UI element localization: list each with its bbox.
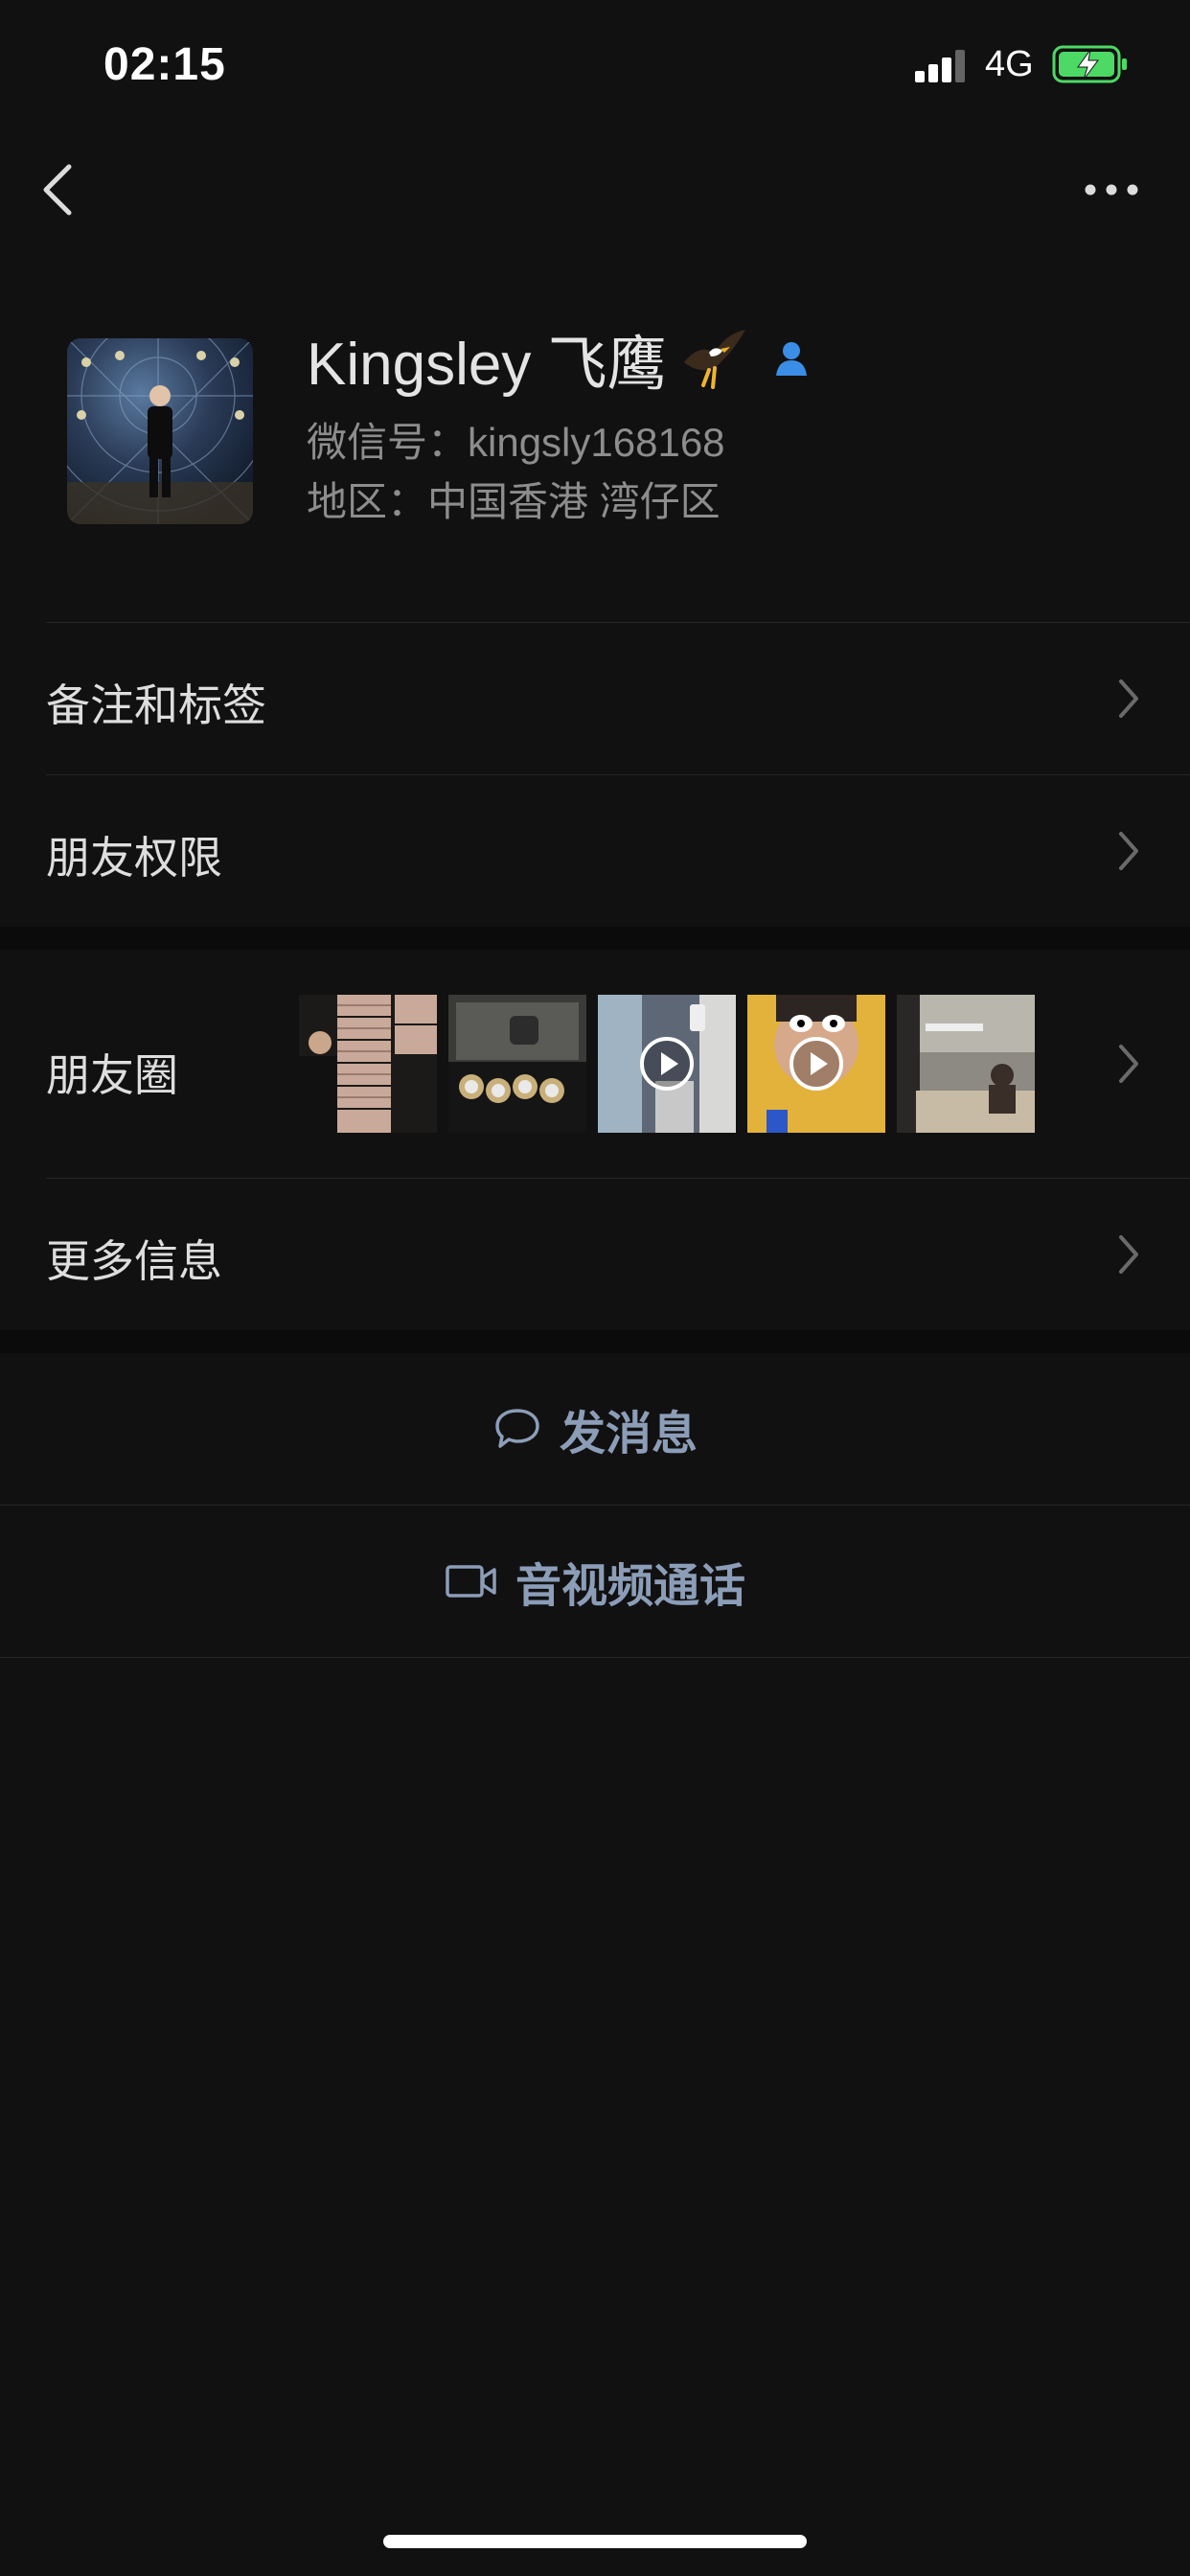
video-call-label: 音视频通话 bbox=[515, 1561, 745, 1612]
chat-bubble-icon bbox=[495, 1409, 539, 1448]
more-icon bbox=[1085, 184, 1138, 196]
battery-charging-icon bbox=[1052, 44, 1129, 84]
send-message-button[interactable]: 发消息 bbox=[0, 1353, 1190, 1505]
section-separator bbox=[0, 927, 1190, 950]
profile-name: Kingsley 飞鹰 bbox=[307, 332, 667, 398]
status-time: 02:15 bbox=[103, 39, 226, 90]
moments-video-thumbnail[interactable] bbox=[747, 995, 885, 1133]
row-label: 备注和标签 bbox=[46, 680, 266, 730]
region: 地区：中国香港 湾仔区 bbox=[307, 479, 721, 524]
network-type: 4G bbox=[985, 44, 1034, 84]
row-label: 更多信息 bbox=[46, 1236, 222, 1286]
eagle-emoji bbox=[680, 324, 749, 393]
play-icon bbox=[790, 1037, 843, 1091]
chevron-right-icon bbox=[1119, 679, 1138, 718]
video-camera-icon bbox=[446, 1565, 496, 1598]
chevron-left-icon bbox=[43, 164, 72, 216]
contact-person-icon bbox=[770, 337, 812, 380]
send-message-label: 发消息 bbox=[559, 1409, 698, 1460]
moments-thumbnail[interactable] bbox=[299, 995, 437, 1133]
moments-video-thumbnail[interactable] bbox=[598, 995, 736, 1133]
row-remarks-tags[interactable]: 备注和标签 bbox=[0, 623, 1190, 774]
profile-name-row: Kingsley 飞鹰 bbox=[307, 320, 812, 398]
row-friend-permissions[interactable]: 朋友权限 bbox=[0, 775, 1190, 927]
wechat-id: 微信号：kingsly168168 bbox=[307, 420, 725, 465]
play-icon bbox=[640, 1037, 694, 1091]
divider bbox=[0, 1657, 1190, 1658]
avatar[interactable] bbox=[67, 338, 253, 524]
video-call-button[interactable]: 音视频通话 bbox=[0, 1506, 1190, 1657]
section-separator bbox=[0, 1330, 1190, 1353]
row-label: 朋友圈 bbox=[46, 1050, 178, 1100]
back-button[interactable] bbox=[36, 159, 84, 220]
moments-thumbnail[interactable] bbox=[448, 995, 586, 1133]
row-label: 朋友权限 bbox=[46, 833, 222, 883]
signal-strength-icon bbox=[915, 50, 969, 82]
home-indicator[interactable] bbox=[383, 2535, 807, 2548]
chevron-right-icon bbox=[1119, 1235, 1138, 1274]
more-button[interactable] bbox=[1083, 176, 1140, 203]
moments-thumbnail[interactable] bbox=[897, 995, 1035, 1133]
chevron-right-icon bbox=[1119, 1045, 1138, 1083]
row-more-info[interactable]: 更多信息 bbox=[0, 1179, 1190, 1330]
chevron-right-icon bbox=[1119, 832, 1138, 870]
